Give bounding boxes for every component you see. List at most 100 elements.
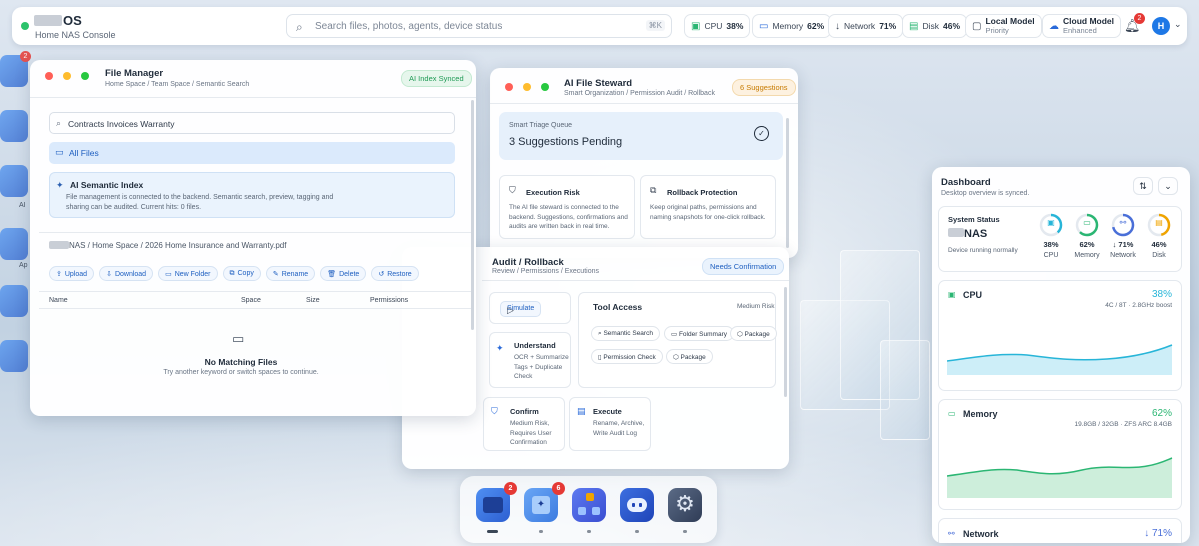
settings-app-icon[interactable]: ⚙ [668, 488, 702, 522]
memory-panel[interactable]: ▭ Memory 62% 19.8GB / 32GB · ZFS ARC 8.4… [938, 399, 1182, 510]
network-panel[interactable]: ⚯ Network ↓ 71% [938, 518, 1182, 543]
close-button[interactable] [505, 83, 513, 91]
scrollbar[interactable] [786, 118, 789, 248]
disk-icon: ▤ [1155, 218, 1163, 227]
maximize-button[interactable] [81, 72, 89, 80]
search-icon: ⌕ [56, 118, 62, 128]
check-circle-icon: ✓ [754, 126, 769, 141]
cpu-chip[interactable]: ▣ CPU 38% [684, 14, 751, 38]
suggestions-badge[interactable]: 6 Suggestions [732, 79, 796, 96]
ai-gallery-app-icon[interactable]: ✦ 6 [524, 482, 565, 522]
file-search-input[interactable]: ⌕ Contracts Invoices Warranty [49, 112, 455, 134]
notification-badge: 2 [504, 482, 517, 495]
robot-face-icon [627, 498, 647, 512]
triage-queue[interactable]: Smart Triage Queue 3 Suggestions Pending… [499, 112, 783, 160]
button-label: Upload [64, 271, 88, 278]
cpu-label: CPU [704, 21, 723, 31]
column-header-size[interactable]: Size [306, 297, 320, 304]
disk-icon: ▤ [909, 20, 919, 32]
gear-icon: ⚙ [675, 491, 695, 516]
shield-check-icon: ⛉ [491, 406, 498, 416]
notifications-button[interactable]: 🔔︎ 2 [1124, 13, 1145, 34]
dock-app-icon[interactable] [0, 110, 28, 142]
panel-title: CPU [963, 290, 983, 300]
dock-app-icon[interactable] [0, 285, 28, 317]
scrollbar[interactable] [784, 287, 787, 397]
dock-app-icon[interactable] [0, 165, 28, 197]
disk-percent: 46% [1151, 240, 1167, 249]
tool-label: Folder Summary [678, 331, 727, 338]
tool-chip[interactable]: ⬡ Package [730, 326, 777, 341]
tool-chip[interactable]: ⬡ Package [666, 349, 713, 364]
delete-button[interactable]: 🗑︎ Delete [320, 266, 367, 281]
play-icon: ▷ [507, 305, 514, 315]
scrollbar[interactable] [471, 100, 474, 330]
chevron-down-icon[interactable]: ⌄ [1158, 177, 1178, 195]
file-manager-window: File Manager Home Space / Team Space / S… [30, 60, 476, 416]
minimize-button[interactable] [523, 83, 531, 91]
dock-app-icon[interactable] [0, 340, 28, 372]
local-model-chip[interactable]: ▢ Local Model Priority [965, 14, 1042, 38]
restore-button[interactable]: ↺ Restore [371, 266, 419, 281]
tool-label: Package [680, 354, 706, 361]
all-files-item[interactable]: ▭ All Files [49, 142, 455, 164]
dock-app-icon[interactable] [0, 228, 28, 260]
workflow-node-icon [586, 493, 594, 501]
workflow-node-icon [592, 507, 600, 515]
assistant-app-icon[interactable] [620, 488, 654, 522]
simulate-button[interactable]: ▷ Simulate [500, 301, 542, 317]
tool-label: Semantic Search [603, 330, 653, 337]
workflow-app-icon[interactable] [572, 488, 606, 522]
dock-app-icon[interactable]: 2 [0, 51, 31, 87]
tool-chip[interactable]: ▭ Folder Summary [664, 326, 734, 341]
global-search[interactable]: ⌕ Search files, photos, agents, device s… [286, 14, 672, 38]
minimize-button[interactable] [63, 72, 71, 80]
copy-button[interactable]: ⧉ Copy [222, 266, 261, 281]
tool-chip[interactable]: ⌕ Semantic Search [591, 326, 660, 341]
console-subtitle: Home NAS Console [35, 30, 116, 40]
cpu-icon: ▣ [1047, 218, 1055, 227]
cpu-detail: 4C / 8T · 2.8GHz boost [1105, 302, 1172, 309]
dock-label: AI [19, 202, 26, 209]
file-path: NAS / Home Space / 2026 Home Insurance a… [49, 241, 286, 250]
memory-icon: ▭ [1083, 218, 1091, 227]
file-path-text: NAS / Home Space / 2026 Home Insurance a… [69, 241, 287, 250]
panel-desc: File management is connected to the back… [66, 194, 334, 211]
dock-label: Ap [19, 262, 28, 269]
column-header-permissions[interactable]: Permissions [370, 297, 408, 304]
column-header-space[interactable]: Space [241, 297, 261, 304]
panel-title: AI Semantic Index [70, 180, 144, 190]
needs-confirmation-badge[interactable]: Needs Confirmation [702, 258, 785, 275]
close-button[interactable] [45, 72, 53, 80]
rename-button[interactable]: ✎ Rename [265, 266, 316, 281]
settings-sliders-icon[interactable]: ⇅ [1133, 177, 1153, 195]
cloud-model-value: Enhanced [1063, 26, 1097, 35]
risk-level: Medium Risk [737, 303, 775, 310]
cloud-model-chip[interactable]: ☁ Cloud Model Enhanced [1042, 14, 1121, 38]
files-app-icon[interactable]: 2 [476, 482, 517, 522]
button-label: Rename [281, 271, 309, 278]
redacted-text [948, 228, 964, 237]
disk-chip[interactable]: ▤ Disk 46% [902, 14, 967, 38]
divider [39, 308, 473, 309]
disk-value: 46% [942, 21, 960, 31]
card-title: Understand [514, 341, 556, 350]
upload-button[interactable]: ⇪ Upload [49, 266, 95, 281]
chevron-down-icon[interactable]: ⌄ [1174, 19, 1182, 30]
cpu-panel[interactable]: ▣ CPU 38% 4C / 8T · 2.8GHz boost [938, 280, 1182, 391]
memory-chip[interactable]: ▭ Memory 62% [752, 14, 832, 38]
sparkle-icon: ✦ [496, 343, 504, 353]
online-status-dot [21, 22, 29, 30]
download-button[interactable]: ⇩ Download [99, 266, 154, 281]
card-desc: OCR + Summarize Tags + Duplicate Check [514, 354, 569, 380]
network-value: 71% [879, 21, 897, 31]
maximize-button[interactable] [541, 83, 549, 91]
network-chip[interactable]: ↓ Network 71% [828, 14, 904, 38]
column-header-name[interactable]: Name [49, 297, 68, 304]
running-indicator [539, 530, 543, 533]
new-folder-button[interactable]: ▭ New Folder [158, 266, 218, 281]
disk-label: Disk [922, 21, 939, 31]
user-avatar[interactable]: H [1152, 17, 1170, 35]
tool-chip[interactable]: ▯ Permission Check [591, 349, 663, 364]
trash-icon: 🗑︎ [327, 271, 337, 278]
